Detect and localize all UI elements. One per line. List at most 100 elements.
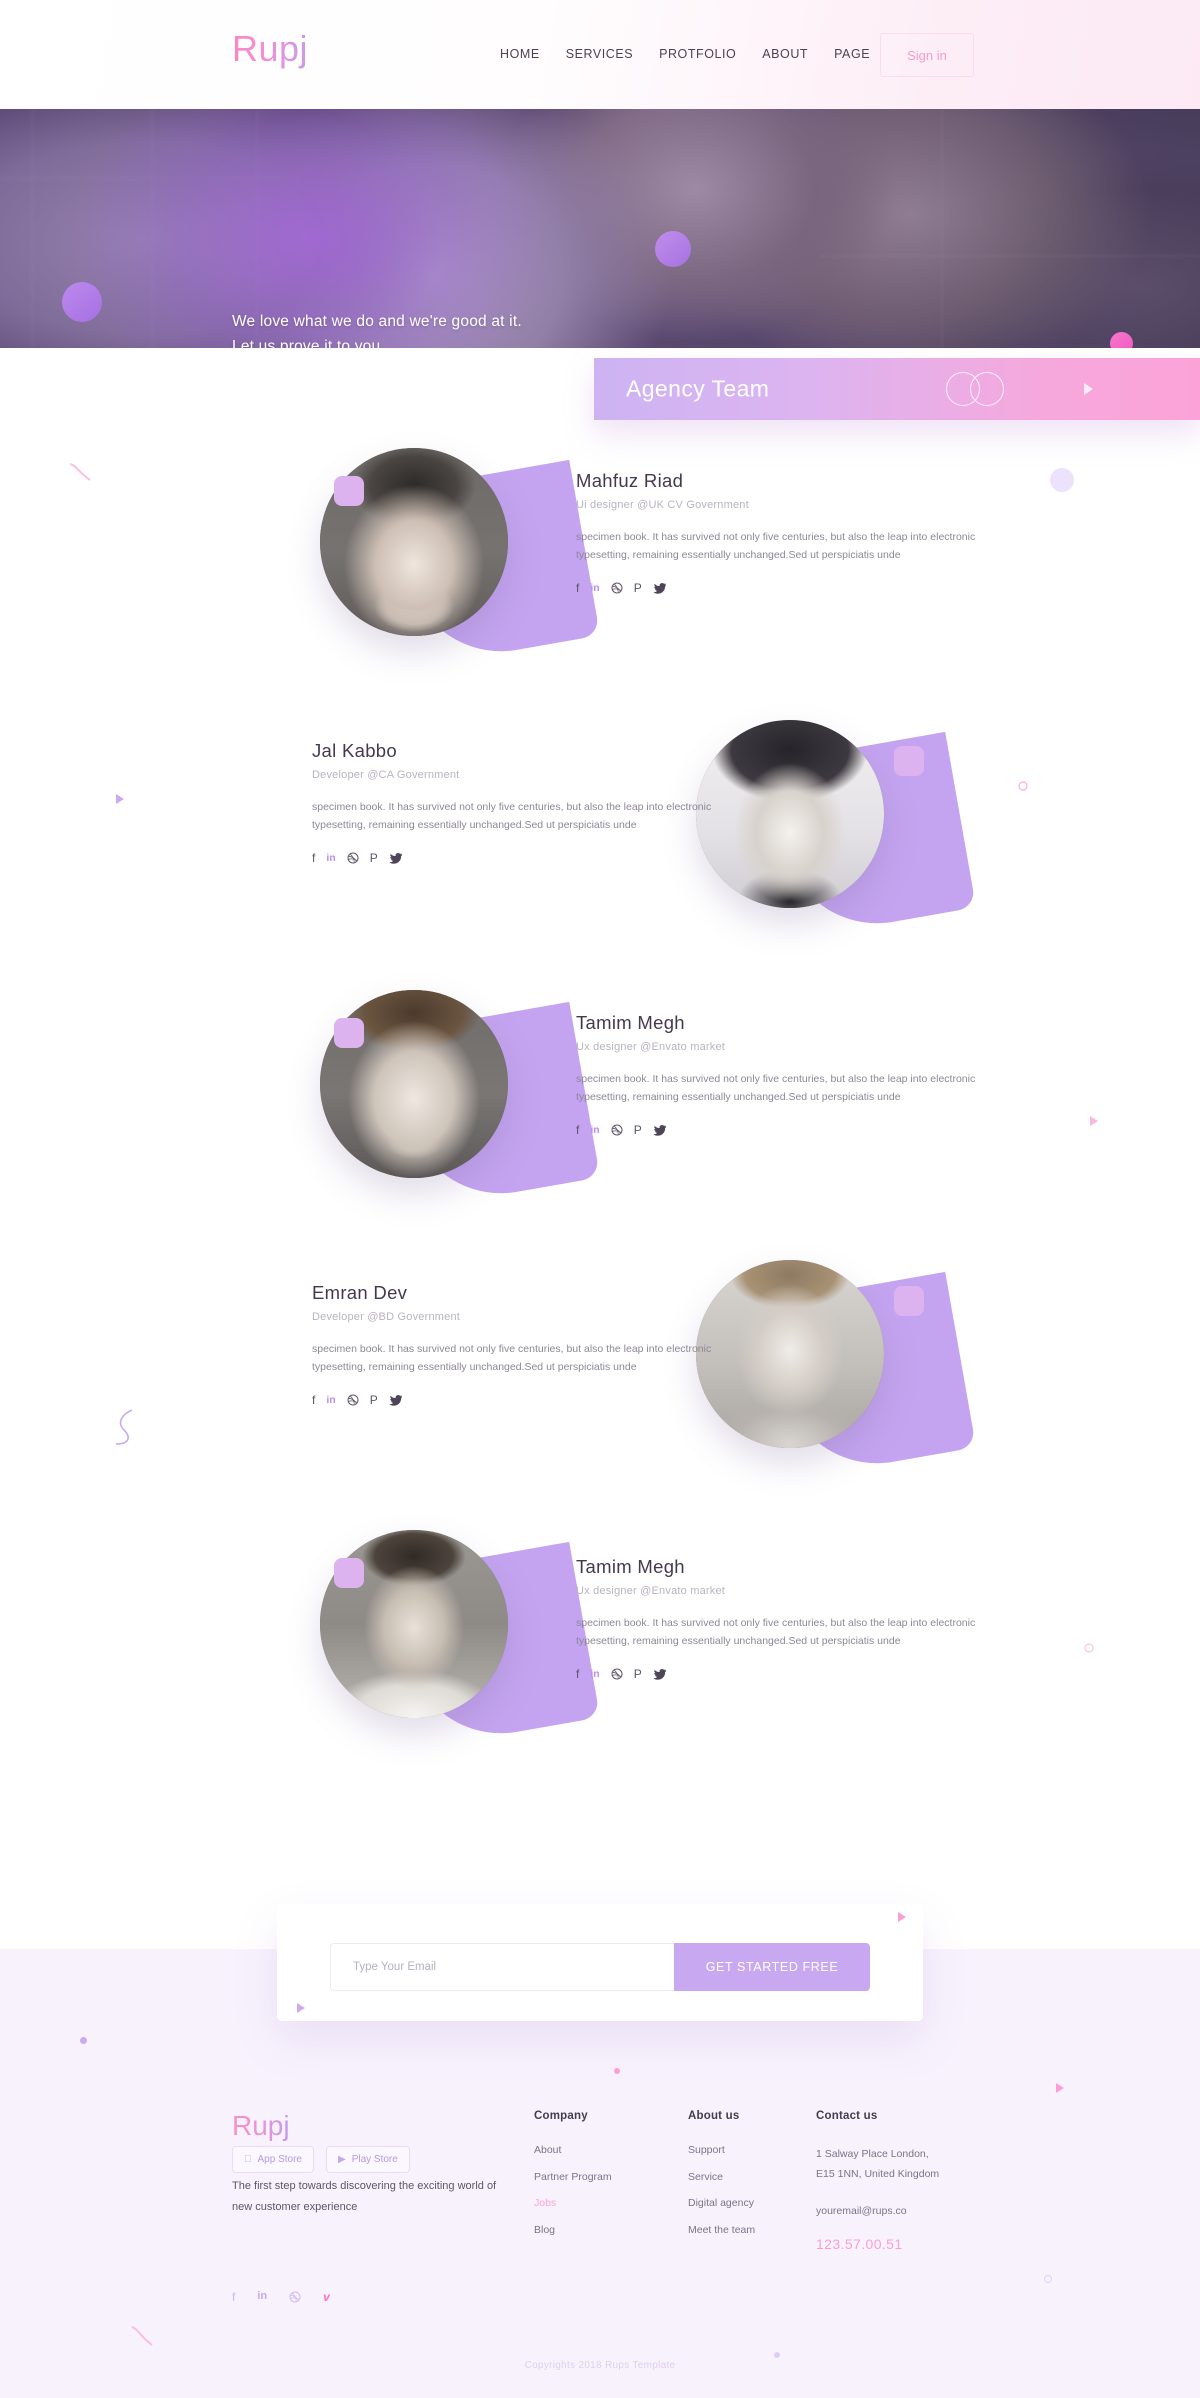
footer-link-blog[interactable]: Blog: [534, 2224, 612, 2236]
team-member-row: Tamim Megh Ux designer @Envato market sp…: [0, 960, 1200, 1230]
avatar-square-accent: [334, 476, 364, 506]
email-input[interactable]: [331, 1944, 674, 1990]
member-description: specimen book. It has survived not only …: [576, 1073, 976, 1103]
team-list: Mahfuz Riad Ui designer @UK CV Governmen…: [0, 420, 1200, 1770]
member-role: Ux designer @Envato market: [576, 1041, 726, 1053]
footer-column-company: Company About Partner Program Jobs Blog: [534, 2110, 612, 2250]
footer-social-links: f in v: [232, 2290, 330, 2308]
avatar: [320, 1530, 601, 1770]
hero-heading-line-2: Let us prove it to you.: [232, 338, 385, 348]
twitter-icon[interactable]: [388, 852, 402, 864]
facebook-icon[interactable]: f: [232, 2290, 235, 2308]
app-store-button[interactable]:  App Store: [232, 2146, 314, 2173]
footer-link-about[interactable]: About: [534, 2144, 612, 2156]
team-member-row: Mahfuz Riad Ui designer @UK CV Governmen…: [0, 420, 1200, 690]
decorative-circle-purple-top: [655, 231, 691, 267]
vimeo-icon[interactable]: v: [323, 2290, 330, 2308]
facebook-icon[interactable]: f: [312, 851, 315, 865]
facebook-icon[interactable]: f: [576, 581, 579, 595]
banner-title: Agency Team: [626, 375, 770, 402]
footer-link-digital-agency[interactable]: Digital agency: [688, 2197, 755, 2209]
play-store-button[interactable]: ▶ Play Store: [325, 2146, 410, 2173]
address-line-1: 1 Salway Place London,: [816, 2148, 929, 2160]
play-triangle-icon[interactable]: [1084, 383, 1093, 395]
decorative-squiggle-pink: [68, 460, 94, 491]
brand-logo[interactable]: Rupj: [232, 28, 308, 70]
footer-phone[interactable]: 123.57.00.51: [816, 2236, 1026, 2252]
decorative-triangle-pink: [1090, 1116, 1098, 1126]
footer-tagline: The first step towards discovering the e…: [232, 2180, 497, 2213]
dribbble-icon[interactable]: [347, 1394, 359, 1406]
footer-link-list: About Partner Program Jobs Blog: [534, 2144, 612, 2236]
footer-column-contact: Contact us 1 Salway Place London, E15 1N…: [816, 2110, 1026, 2252]
footer-column-title: Company: [534, 2110, 588, 2122]
twitter-icon[interactable]: [652, 1668, 666, 1680]
member-role: Ui designer @UK CV Government: [576, 499, 749, 511]
hero-heading-line-1: We love what we do and we're good at it.: [232, 313, 522, 330]
nav-item-about[interactable]: ABOUT: [762, 47, 808, 61]
linkedin-icon[interactable]: in: [326, 852, 335, 864]
pinterest-icon[interactable]: P: [370, 851, 378, 865]
footer-link-meet-the-team[interactable]: Meet the team: [688, 2224, 755, 2236]
pinterest-icon[interactable]: P: [634, 581, 642, 595]
two-overlapping-circles-icon: [946, 372, 1004, 406]
nav-item-services[interactable]: SERVICES: [566, 47, 633, 61]
nav-item-protfolio[interactable]: PROTFOLIO: [659, 47, 736, 61]
avatar-photo: [696, 720, 884, 908]
linkedin-icon[interactable]: in: [590, 1124, 599, 1136]
twitter-icon[interactable]: [652, 582, 666, 594]
footer-brand-logo[interactable]: Rupj: [232, 2110, 290, 2142]
member-description: specimen book. It has survived not only …: [576, 531, 976, 561]
facebook-icon[interactable]: f: [312, 1393, 315, 1407]
team-member-row: Jal Kabbo Developer @CA Government speci…: [0, 690, 1200, 960]
member-role: Developer @BD Government: [312, 1311, 461, 1323]
member-description: specimen book. It has survived not only …: [312, 1343, 712, 1373]
linkedin-icon[interactable]: in: [257, 2290, 267, 2308]
footer-email[interactable]: youremail@rups.co: [816, 2201, 1026, 2221]
linkedin-icon[interactable]: in: [590, 582, 599, 594]
pinterest-icon[interactable]: P: [634, 1123, 642, 1137]
member-description: specimen book. It has survived not only …: [312, 801, 712, 831]
pinterest-icon[interactable]: P: [370, 1393, 378, 1407]
team-member-info: Tamim Megh Ux designer @Envato market sp…: [576, 1556, 976, 1681]
avatar: [696, 1260, 977, 1500]
facebook-icon[interactable]: f: [576, 1123, 579, 1137]
sign-in-button[interactable]: Sign in: [880, 33, 974, 77]
avatar: [320, 448, 601, 688]
member-name: Tamim Megh: [576, 1556, 685, 1577]
nav-item-home[interactable]: HOME: [500, 47, 540, 61]
get-started-free-button[interactable]: GET STARTED FREE: [674, 1943, 870, 1991]
agency-team-banner: Agency Team: [594, 358, 1200, 420]
pinterest-icon[interactable]: P: [634, 1667, 642, 1681]
decorative-circle-light: [1050, 468, 1074, 492]
twitter-icon[interactable]: [388, 1394, 402, 1406]
footer-link-service[interactable]: Service: [688, 2171, 755, 2183]
decorative-circle-purple-left: [62, 282, 102, 322]
google-play-icon: ▶: [330, 2154, 346, 2165]
member-description: specimen book. It has survived not only …: [576, 1617, 976, 1647]
dribbble-icon[interactable]: [289, 2290, 301, 2308]
team-member-row: Tamim Megh Ux designer @Envato market sp…: [0, 1500, 1200, 1770]
play-store-label: Play Store: [344, 2154, 398, 2165]
dribbble-icon[interactable]: [347, 852, 359, 864]
linkedin-icon[interactable]: in: [590, 1668, 599, 1680]
app-store-label: App Store: [250, 2154, 302, 2165]
email-field-wrapper: [330, 1943, 674, 1991]
site-header: Rupj HOME SERVICES PROTFOLIO ABOUT PAGE …: [0, 0, 1200, 109]
member-role: Developer @CA Government: [312, 769, 460, 781]
footer-link-jobs[interactable]: Jobs: [534, 2197, 612, 2209]
member-social-links: f in P: [312, 1393, 712, 1407]
hero-section: We love what we do and we're good at it.…: [0, 104, 1200, 348]
dribbble-icon[interactable]: [611, 1668, 623, 1680]
avatar-square-accent: [334, 1018, 364, 1048]
dribbble-icon[interactable]: [611, 582, 623, 594]
twitter-icon[interactable]: [652, 1124, 666, 1136]
footer-link-support[interactable]: Support: [688, 2144, 755, 2156]
facebook-icon[interactable]: f: [576, 1667, 579, 1681]
member-name: Jal Kabbo: [312, 740, 397, 761]
nav-item-page[interactable]: PAGE: [834, 47, 870, 61]
dribbble-icon[interactable]: [611, 1124, 623, 1136]
footer-link-partner-program[interactable]: Partner Program: [534, 2171, 612, 2183]
linkedin-icon[interactable]: in: [326, 1394, 335, 1406]
app-store-buttons:  App Store ▶ Play Store: [232, 2146, 410, 2173]
